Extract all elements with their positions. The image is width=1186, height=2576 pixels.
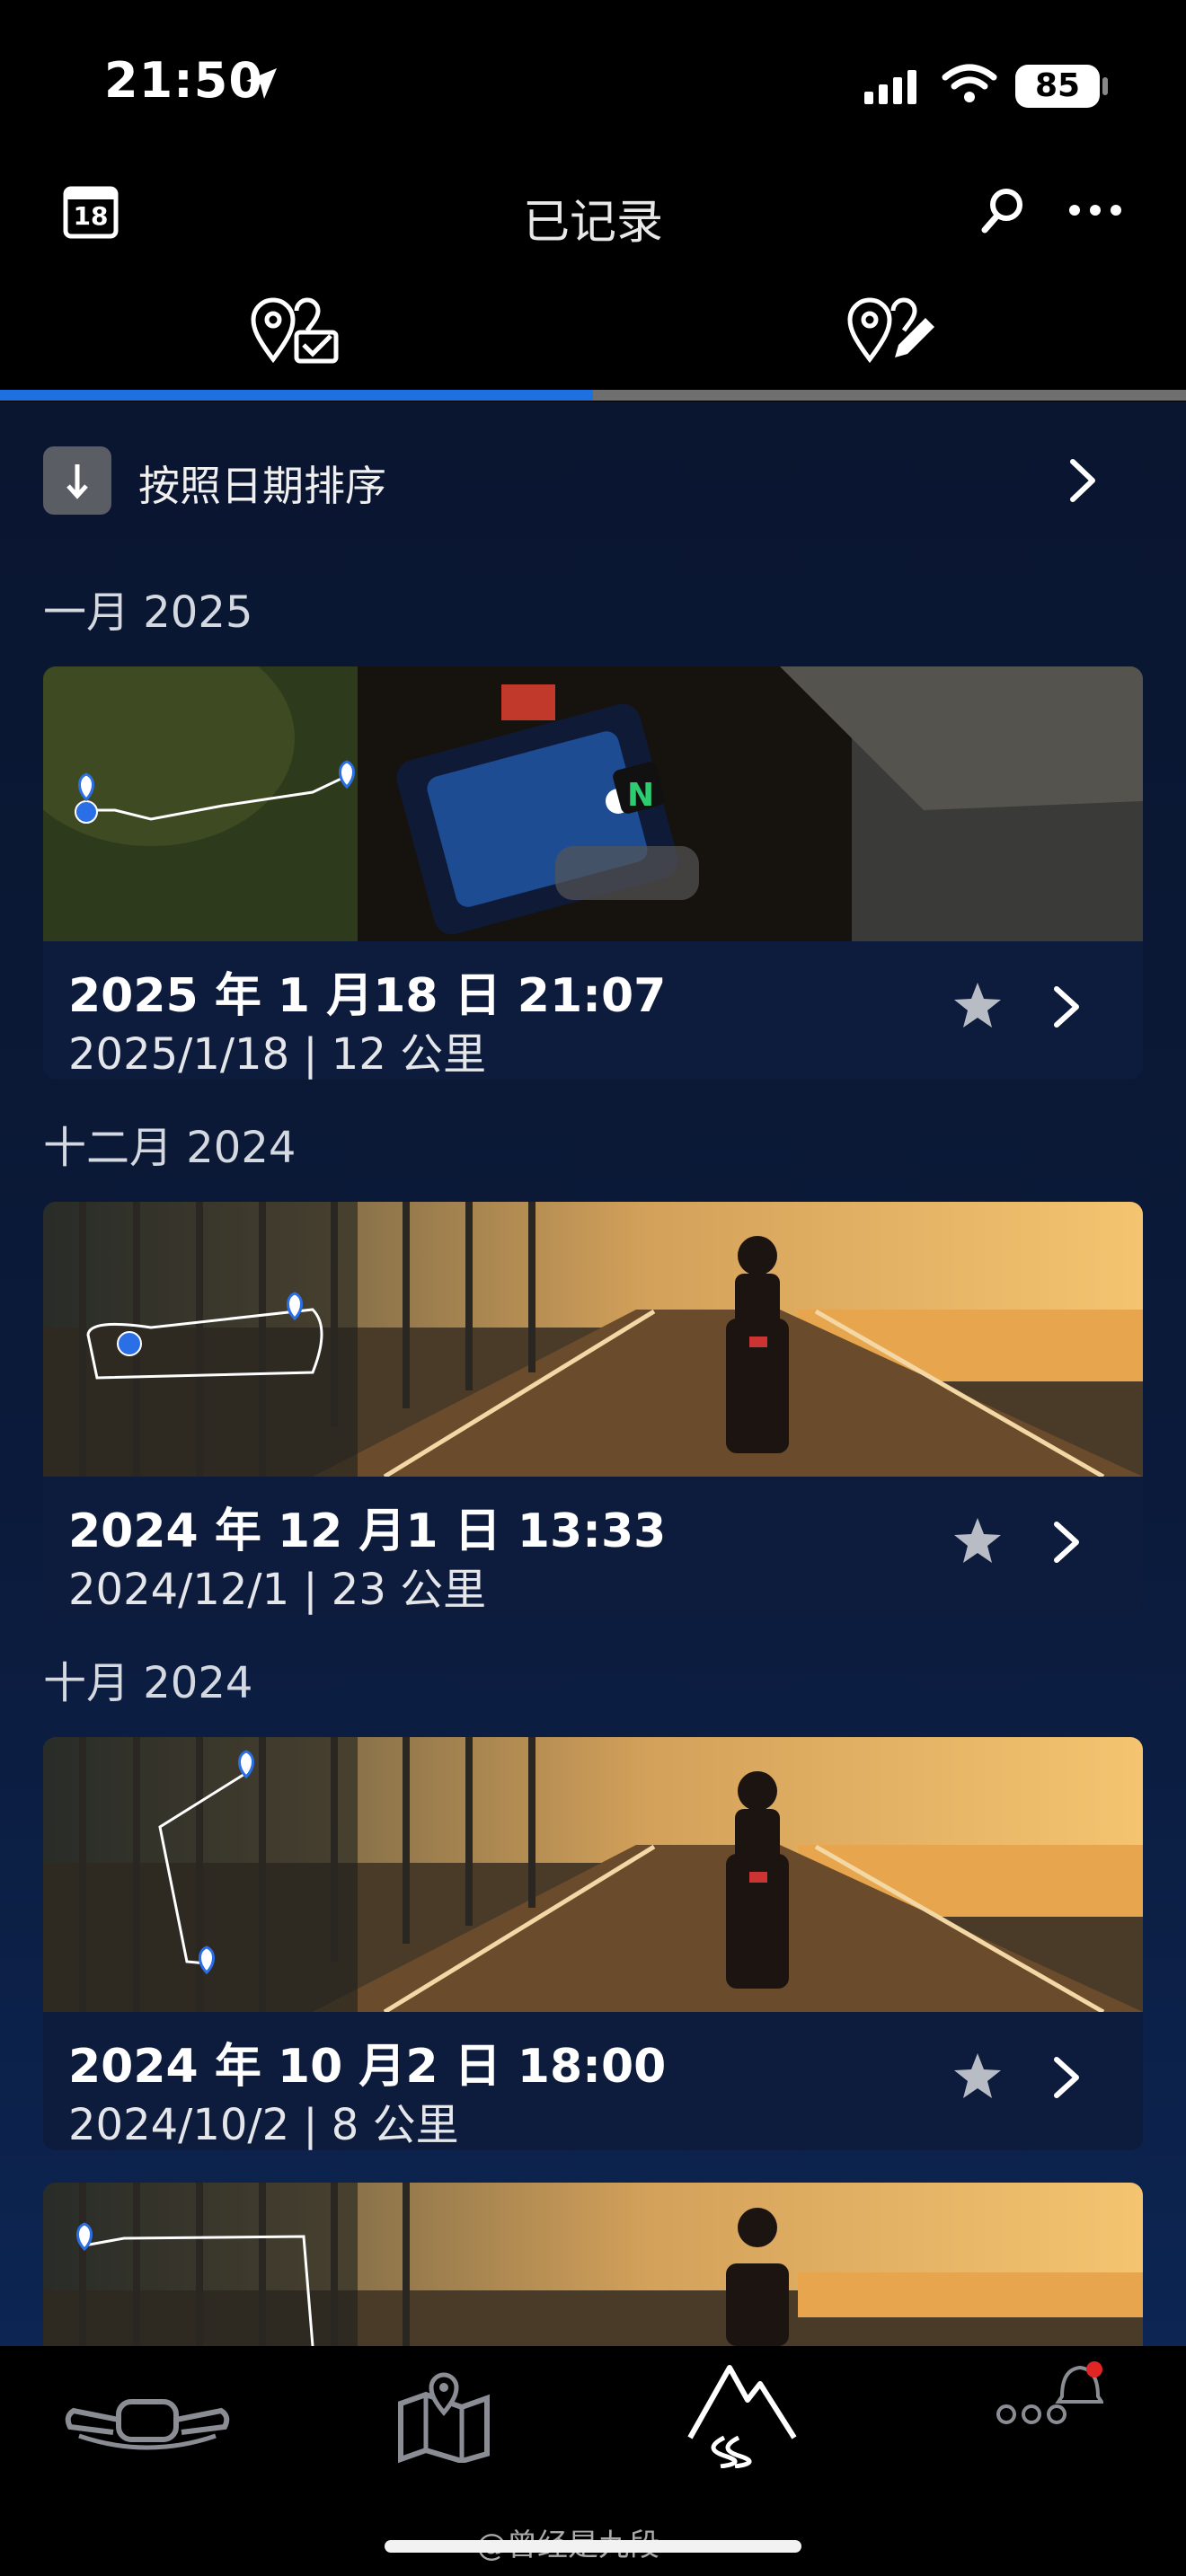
ride-card[interactable] xyxy=(43,2183,1143,2346)
month-header: 十月 2024 xyxy=(43,1658,253,1708)
ride-card-info: 2024 年 12 月1 日 13:33 2024/12/1 | 23 公里 xyxy=(43,1477,1143,1615)
mountain-route-icon[interactable] xyxy=(685,2360,800,2468)
ride-thumbnail-sunset xyxy=(43,1737,1143,2012)
ride-summary: 2025/1/18 | 12 公里 xyxy=(68,1029,487,1080)
ride-thumbnail-sunset xyxy=(43,2183,1143,2346)
month-header: 一月 2025 xyxy=(43,587,253,638)
ride-card[interactable]: N 2025 年 1 月18 日 21:07 2025/1/18 | 12 公里 xyxy=(43,666,1143,1080)
map-pin-edit-icon[interactable] xyxy=(845,293,940,368)
ride-title: 2025 年 1 月18 日 21:07 xyxy=(68,969,667,1023)
chevron-right-icon[interactable] xyxy=(1066,456,1102,505)
segment-tabs xyxy=(0,274,1186,401)
ride-card[interactable]: 2024 年 12 月1 日 13:33 2024/12/1 | 23 公里 xyxy=(43,1202,1143,1615)
home-indicator[interactable] xyxy=(385,2540,801,2553)
ride-thumbnail-dashboard: N xyxy=(43,666,1143,941)
more-icon[interactable] xyxy=(1067,201,1123,219)
ride-card-info: 2024 年 10 月2 日 18:00 2024/10/2 | 8 公里 xyxy=(43,2012,1143,2150)
month-header: 十二月 2024 xyxy=(43,1123,296,1173)
sort-button[interactable] xyxy=(43,446,111,515)
location-arrow-icon xyxy=(246,68,277,99)
map-pin-check-icon[interactable] xyxy=(248,293,343,368)
ride-summary: 2024/12/1 | 23 公里 xyxy=(68,1565,487,1615)
star-icon[interactable] xyxy=(951,2050,1005,2104)
star-icon[interactable] xyxy=(951,1514,1005,1568)
cellular-signal-icon xyxy=(864,70,916,104)
chevron-right-icon[interactable] xyxy=(1049,2055,1085,2100)
chevron-right-icon[interactable] xyxy=(1049,984,1085,1029)
search-icon[interactable] xyxy=(978,185,1028,235)
svg-text:N: N xyxy=(627,777,654,814)
arrow-down-icon xyxy=(66,464,88,499)
status-time: 21:50 xyxy=(104,52,263,109)
ride-card-info: 2025 年 1 月18 日 21:07 2025/1/18 | 12 公里 xyxy=(43,941,1143,1080)
ride-card[interactable]: 2024 年 10 月2 日 18:00 2024/10/2 | 8 公里 xyxy=(43,1737,1143,2150)
motorcycle-icon[interactable] xyxy=(61,2380,234,2461)
ride-thumbnail-sunset xyxy=(43,1202,1143,1477)
chevron-right-icon[interactable] xyxy=(1049,1520,1085,1565)
more-notification-icon[interactable] xyxy=(996,2357,1103,2438)
battery-indicator: 85 xyxy=(1015,65,1100,108)
wifi-icon xyxy=(942,64,997,102)
battery-tip xyxy=(1102,77,1108,95)
tab-planned-indicator xyxy=(593,390,1186,401)
ride-title: 2024 年 12 月1 日 13:33 xyxy=(68,1504,667,1558)
map-icon[interactable] xyxy=(395,2368,492,2463)
ride-summary: 2024/10/2 | 8 公里 xyxy=(68,2100,459,2150)
sort-label: 按照日期排序 xyxy=(138,462,386,510)
ride-title: 2024 年 10 月2 日 18:00 xyxy=(68,2040,667,2094)
tab-recorded-indicator xyxy=(0,390,593,401)
star-icon[interactable] xyxy=(951,979,1005,1033)
